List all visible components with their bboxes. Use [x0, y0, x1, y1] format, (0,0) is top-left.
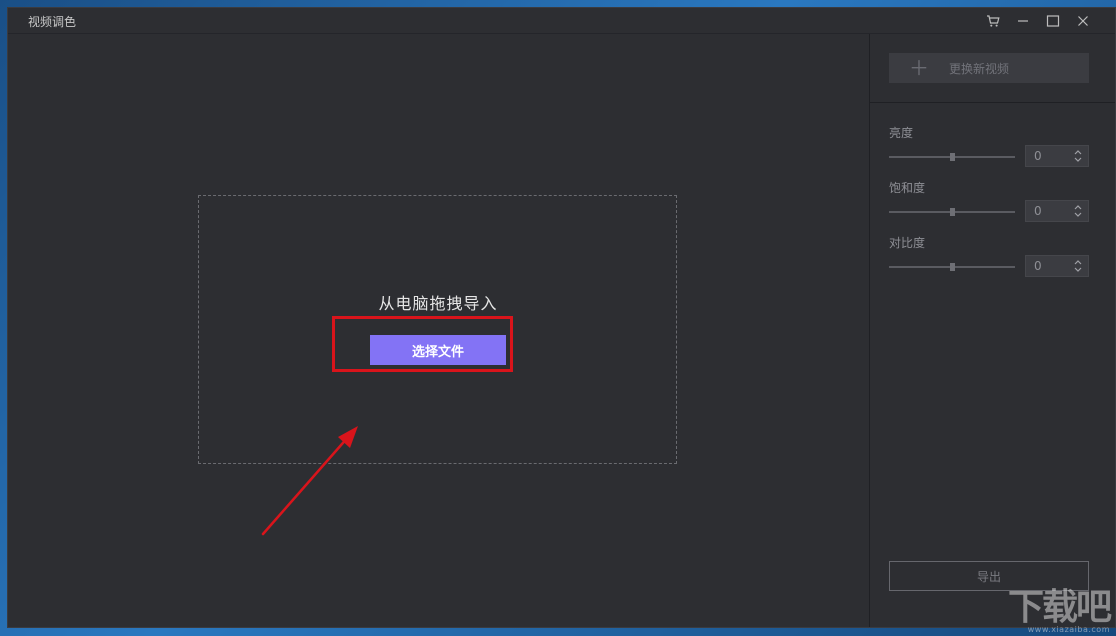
- replace-video-button[interactable]: ＋ 更换新视频: [889, 53, 1089, 83]
- export-button[interactable]: 导出: [889, 561, 1089, 591]
- preview-area: 从电脑拖拽导入 选择文件: [8, 34, 868, 627]
- contrast-label: 对比度: [889, 236, 926, 250]
- plus-icon: ＋: [909, 56, 929, 80]
- app-window: 视频调色 从电脑拖拽导入 选择文件 ＋ 更换新视频 亮度 0 饱和度 0 对比度…: [7, 7, 1116, 628]
- brightness-control: 亮度 0: [889, 124, 1089, 169]
- saturation-spinbox[interactable]: 0: [1025, 200, 1089, 222]
- saturation-value: 0: [1034, 204, 1042, 218]
- spin-arrows-icon[interactable]: [1073, 203, 1083, 219]
- saturation-label: 饱和度: [889, 181, 926, 195]
- saturation-slider[interactable]: [889, 208, 1015, 216]
- replace-video-label: 更换新视频: [949, 61, 1010, 76]
- titlebar: 视频调色: [8, 8, 1115, 34]
- brightness-slider-thumb[interactable]: [949, 153, 955, 161]
- saturation-slider-thumb[interactable]: [949, 208, 955, 216]
- brightness-label: 亮度: [889, 126, 914, 140]
- cart-icon[interactable]: [983, 11, 1003, 31]
- drop-hint-text: 从电脑拖拽导入: [378, 294, 498, 313]
- brightness-spinbox[interactable]: 0: [1025, 145, 1089, 167]
- contrast-control: 对比度 0: [889, 234, 1089, 279]
- maximize-icon[interactable]: [1043, 11, 1063, 31]
- window-controls: [983, 11, 1093, 31]
- window-title: 视频调色: [28, 15, 77, 29]
- choose-file-button[interactable]: 选择文件: [370, 335, 506, 365]
- brightness-slider[interactable]: [889, 153, 1015, 161]
- brightness-value: 0: [1034, 149, 1042, 163]
- close-icon[interactable]: [1073, 11, 1093, 31]
- contrast-slider[interactable]: [889, 263, 1015, 271]
- contrast-spinbox[interactable]: 0: [1025, 255, 1089, 277]
- contrast-value: 0: [1034, 259, 1042, 273]
- sidebar-header: ＋ 更换新视频: [870, 34, 1115, 103]
- saturation-control: 饱和度 0: [889, 179, 1089, 224]
- drop-zone[interactable]: [198, 195, 677, 464]
- adjust-panel: ＋ 更换新视频 亮度 0 饱和度 0 对比度 0 导出: [869, 34, 1115, 627]
- contrast-slider-thumb[interactable]: [949, 263, 955, 271]
- minimize-icon[interactable]: [1013, 11, 1033, 31]
- spin-arrows-icon[interactable]: [1073, 258, 1083, 274]
- spin-arrows-icon[interactable]: [1073, 148, 1083, 164]
